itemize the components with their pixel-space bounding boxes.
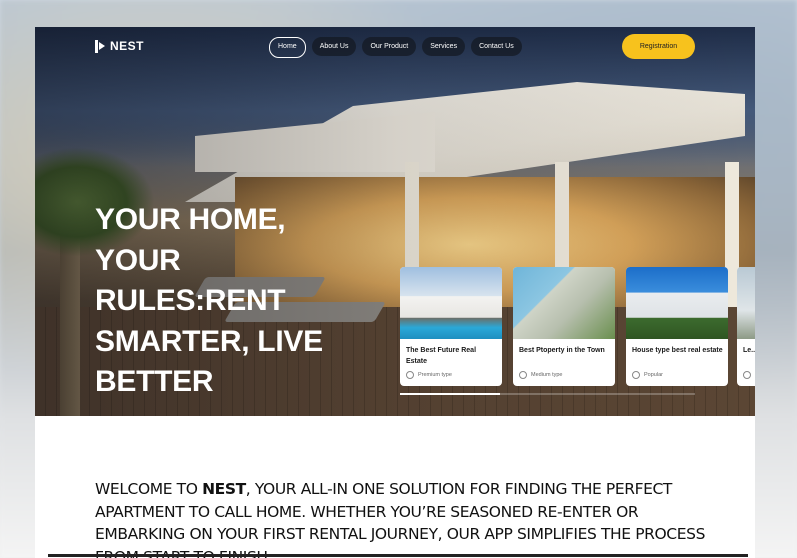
top-nav: NEST Home About Us Our Product Services …	[35, 27, 755, 67]
hero-headline: YOUR HOME, YOUR RULES:RENT SMARTER, LIVE…	[95, 200, 355, 403]
home-icon	[632, 371, 640, 379]
property-carousel: The Best Future Real Estate Premium type…	[400, 267, 755, 387]
nav-home[interactable]: Home	[269, 37, 306, 58]
welcome-text: WELCOME TO NEST, YOUR ALL-IN ONE SOLUTIO…	[95, 478, 715, 558]
headline-line: BETTER	[95, 365, 214, 398]
nav-our-product[interactable]: Our Product	[362, 37, 417, 56]
card-title: The Best Future Real Estate	[406, 347, 477, 365]
nav-about-us[interactable]: About Us	[311, 37, 357, 56]
property-image	[513, 267, 615, 339]
card-title: House type best real estate	[632, 347, 723, 354]
property-image	[400, 267, 502, 339]
nav-contact-us[interactable]: Contact Us	[471, 37, 522, 56]
window-bottom-edge	[48, 554, 748, 557]
logo-icon	[95, 39, 106, 53]
logo-text: NEST	[110, 39, 145, 53]
nav-services[interactable]: Services	[422, 37, 466, 56]
headline-line: SMARTER, LIVE	[95, 324, 323, 358]
carousel-progress	[400, 393, 695, 395]
nav-links: Home About Us Our Product Services Conta…	[269, 37, 522, 58]
card-tag-label: Medium type	[531, 372, 563, 378]
hero-section: NEST Home About Us Our Product Services …	[35, 27, 755, 416]
property-card[interactable]: House type best real estate Popular	[626, 267, 728, 386]
headline-line: YOUR	[95, 243, 181, 277]
page-frame: NEST Home About Us Our Product Services …	[35, 27, 755, 558]
home-icon	[519, 371, 527, 379]
property-card[interactable]: The Best Future Real Estate Premium type	[400, 267, 502, 386]
headline-line: YOUR HOME,	[95, 203, 286, 236]
home-icon	[406, 371, 414, 379]
property-image	[737, 267, 755, 339]
card-title: Le... Be...	[743, 347, 755, 354]
registration-button[interactable]: Registration	[622, 34, 695, 59]
logo[interactable]: NEST	[95, 39, 144, 53]
card-tag	[743, 371, 755, 379]
welcome-brand: NEST	[202, 480, 246, 498]
card-title: Best Ptoperty in the Town	[519, 347, 605, 354]
property-card[interactable]: Le... Be...	[737, 267, 755, 386]
card-tag: Medium type	[519, 371, 563, 379]
welcome-prefix: WELCOME TO	[95, 480, 203, 498]
property-image	[626, 267, 728, 339]
card-tag-label: Premium type	[418, 372, 452, 378]
card-tag-label: Popular	[644, 372, 663, 378]
property-card[interactable]: Best Ptoperty in the Town Medium type	[513, 267, 615, 386]
card-tag: Popular	[632, 371, 663, 379]
card-tag: Premium type	[406, 371, 452, 379]
headline-line: RULES:RENT	[95, 284, 286, 317]
carousel-progress-fill	[400, 393, 501, 395]
home-icon	[743, 371, 751, 379]
